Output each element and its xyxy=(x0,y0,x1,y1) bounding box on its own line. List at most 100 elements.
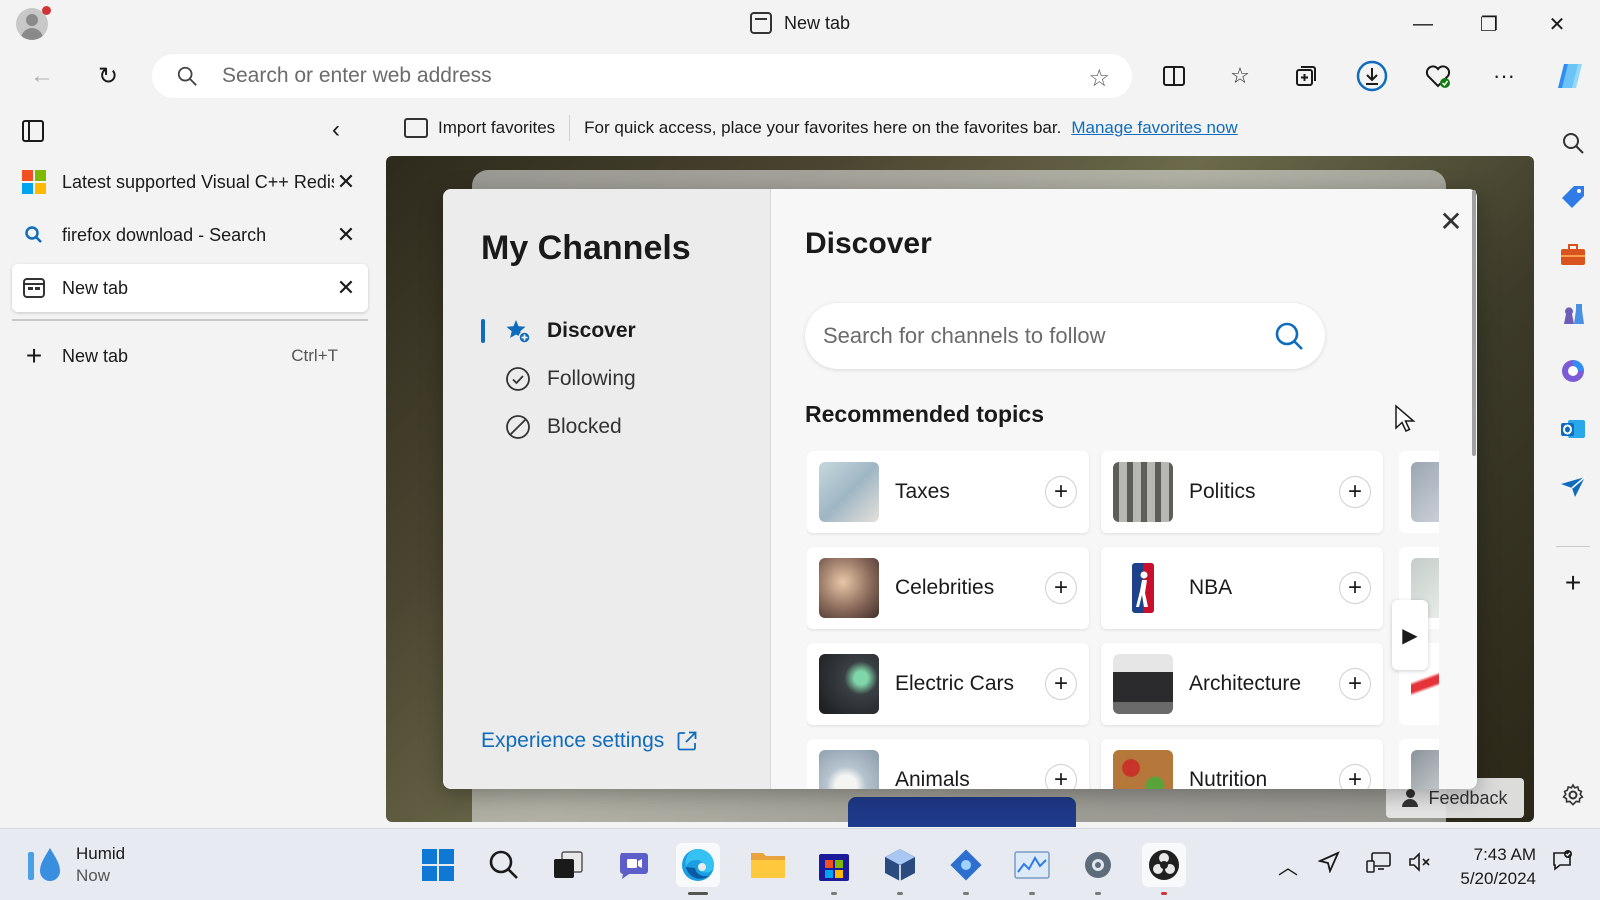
more-options-icon[interactable]: ··· xyxy=(1486,58,1522,94)
taskbar-clock[interactable]: 7:43 AM 5/20/2024 xyxy=(1452,843,1536,891)
volume-muted-icon[interactable] xyxy=(1408,851,1432,879)
new-tab-icon xyxy=(23,278,45,298)
follow-topic-button[interactable]: + xyxy=(1045,668,1077,700)
menu-item-blocked[interactable]: Blocked xyxy=(481,407,622,447)
carousel-next-button[interactable]: ▶ xyxy=(1392,600,1428,670)
close-tab-icon[interactable]: ✕ xyxy=(334,169,358,195)
restore-button[interactable]: ❐ xyxy=(1466,8,1512,40)
minimize-button[interactable]: — xyxy=(1400,8,1446,40)
dialog-scrollbar[interactable] xyxy=(1472,190,1476,456)
topic-name: NBA xyxy=(1189,576,1233,599)
topic-card-politics[interactable]: Politics + xyxy=(1101,451,1383,533)
outlook-icon[interactable] xyxy=(1554,410,1592,448)
topic-card-electric-cars[interactable]: Electric Cars + xyxy=(807,643,1089,725)
follow-topic-button[interactable]: + xyxy=(1339,572,1371,604)
settings-gear-icon[interactable] xyxy=(1076,843,1120,895)
person-icon xyxy=(1402,789,1419,807)
collapse-pane-icon[interactable]: ‹ xyxy=(332,116,340,144)
topic-card-architecture[interactable]: Architecture + xyxy=(1101,643,1383,725)
weather-widget[interactable]: Humid Now xyxy=(26,843,125,887)
shopping-tag-icon[interactable] xyxy=(1554,178,1592,216)
address-bar[interactable]: ☆ xyxy=(152,54,1132,98)
vertical-tab-label: New tab xyxy=(62,277,129,298)
follow-topic-button[interactable]: + xyxy=(1045,764,1077,789)
show-hidden-icons-chevron-icon[interactable]: ︿ xyxy=(1278,851,1298,880)
title-bar: New tab — ❐ ✕ xyxy=(0,0,1600,50)
split-screen-icon[interactable] xyxy=(1156,58,1192,94)
microsoft-365-icon[interactable] xyxy=(1554,352,1592,390)
experience-settings-label: Experience settings xyxy=(481,729,665,752)
follow-topic-button[interactable]: + xyxy=(1339,668,1371,700)
channel-search-box[interactable] xyxy=(805,303,1325,369)
add-sidebar-app-icon[interactable]: + xyxy=(1554,564,1592,602)
channel-search-input[interactable] xyxy=(823,303,1263,369)
sidebar-divider xyxy=(1556,546,1590,547)
close-tab-icon[interactable]: ✕ xyxy=(334,275,358,301)
topic-card-animals[interactable]: Animals + xyxy=(807,739,1089,789)
refresh-button[interactable]: ↻ xyxy=(90,58,126,94)
vertical-tab[interactable]: firefox download - Search ✕ xyxy=(12,211,368,259)
tab-actions-icon[interactable] xyxy=(22,120,44,142)
file-explorer-icon[interactable] xyxy=(746,843,790,887)
obs-studio-icon[interactable] xyxy=(1142,843,1186,895)
new-tab-button[interactable]: + New tab Ctrl+T xyxy=(12,336,368,376)
edge-browser-icon[interactable] xyxy=(676,843,720,895)
location-arrow-icon[interactable] xyxy=(1317,851,1340,879)
notifications-icon[interactable] xyxy=(1550,849,1574,879)
favorite-star-icon[interactable]: ☆ xyxy=(1088,64,1110,93)
sidebar-settings-gear-icon[interactable] xyxy=(1554,776,1592,814)
topic-card-nutrition[interactable]: Nutrition + xyxy=(1101,739,1383,789)
address-input[interactable] xyxy=(222,54,1042,98)
browser-essentials-icon[interactable] xyxy=(1420,58,1456,94)
favorites-bar-message: For quick access, place your favorites h… xyxy=(584,118,1062,137)
vertical-tab-label: firefox download - Search xyxy=(62,224,267,245)
topic-card-taxes[interactable]: Taxes + xyxy=(807,451,1089,533)
collections-icon[interactable] xyxy=(1288,58,1324,94)
vertical-tab[interactable]: Latest supported Visual C++ Redistributa… xyxy=(12,158,368,206)
topic-name: Politics xyxy=(1189,480,1256,503)
page-bottom-button[interactable] xyxy=(848,797,1076,827)
menu-item-following[interactable]: Following xyxy=(481,359,636,399)
manage-favorites-link[interactable]: Manage favorites now xyxy=(1071,118,1237,138)
topic-card-nba[interactable]: NBA + xyxy=(1101,547,1383,629)
search-icon[interactable] xyxy=(1273,320,1305,352)
tools-briefcase-icon[interactable] xyxy=(1554,236,1592,274)
topic-card-partial[interactable] xyxy=(1399,739,1439,789)
back-button[interactable]: ← xyxy=(24,58,60,94)
experience-settings-link[interactable]: Experience settings xyxy=(481,729,698,753)
menu-item-discover[interactable]: Discover xyxy=(481,311,636,351)
follow-topic-button[interactable]: + xyxy=(1339,476,1371,508)
topic-card-celebrities[interactable]: Celebrities + xyxy=(807,547,1089,629)
dev-tool-icon[interactable] xyxy=(944,843,988,895)
close-tab-icon[interactable]: ✕ xyxy=(334,222,358,248)
follow-topic-button[interactable]: + xyxy=(1045,476,1077,508)
performance-monitor-icon[interactable] xyxy=(1010,843,1054,895)
copilot-icon[interactable] xyxy=(1552,58,1588,94)
running-app-indicator xyxy=(897,892,903,895)
follow-topic-button[interactable]: + xyxy=(1339,764,1371,789)
task-view-icon[interactable] xyxy=(546,843,590,887)
active-app-indicator xyxy=(688,892,708,895)
follow-topic-button[interactable]: + xyxy=(1045,572,1077,604)
downloads-icon[interactable] xyxy=(1354,58,1390,94)
games-icon[interactable] xyxy=(1554,294,1592,332)
network-icon[interactable] xyxy=(1366,851,1392,879)
close-dialog-button[interactable]: ✕ xyxy=(1435,205,1467,237)
search-icon[interactable] xyxy=(1554,124,1592,162)
import-favorites-button[interactable]: Import favorites xyxy=(392,115,571,141)
recommended-topics-heading: Recommended topics xyxy=(805,401,1044,427)
3d-viewer-icon[interactable] xyxy=(878,843,922,895)
taskbar-search-icon[interactable] xyxy=(482,843,526,887)
close-window-button[interactable]: ✕ xyxy=(1534,8,1580,40)
microsoft-store-icon[interactable] xyxy=(812,843,856,895)
favorites-bar: Import favorites For quick access, place… xyxy=(392,112,1238,144)
send-icon[interactable] xyxy=(1554,468,1592,506)
windows-start-icon[interactable] xyxy=(416,843,460,887)
topic-thumbnail xyxy=(819,654,879,714)
topic-name: Celebrities xyxy=(895,576,995,599)
vertical-tab-active[interactable]: New tab ✕ xyxy=(12,264,368,312)
favorites-icon[interactable]: ☆ xyxy=(1222,58,1258,94)
teams-chat-icon[interactable] xyxy=(612,843,656,887)
topic-card-partial[interactable] xyxy=(1399,451,1439,533)
windows-taskbar: Humid Now ︿ 7:43 AM 5/20/2024 xyxy=(0,828,1600,900)
